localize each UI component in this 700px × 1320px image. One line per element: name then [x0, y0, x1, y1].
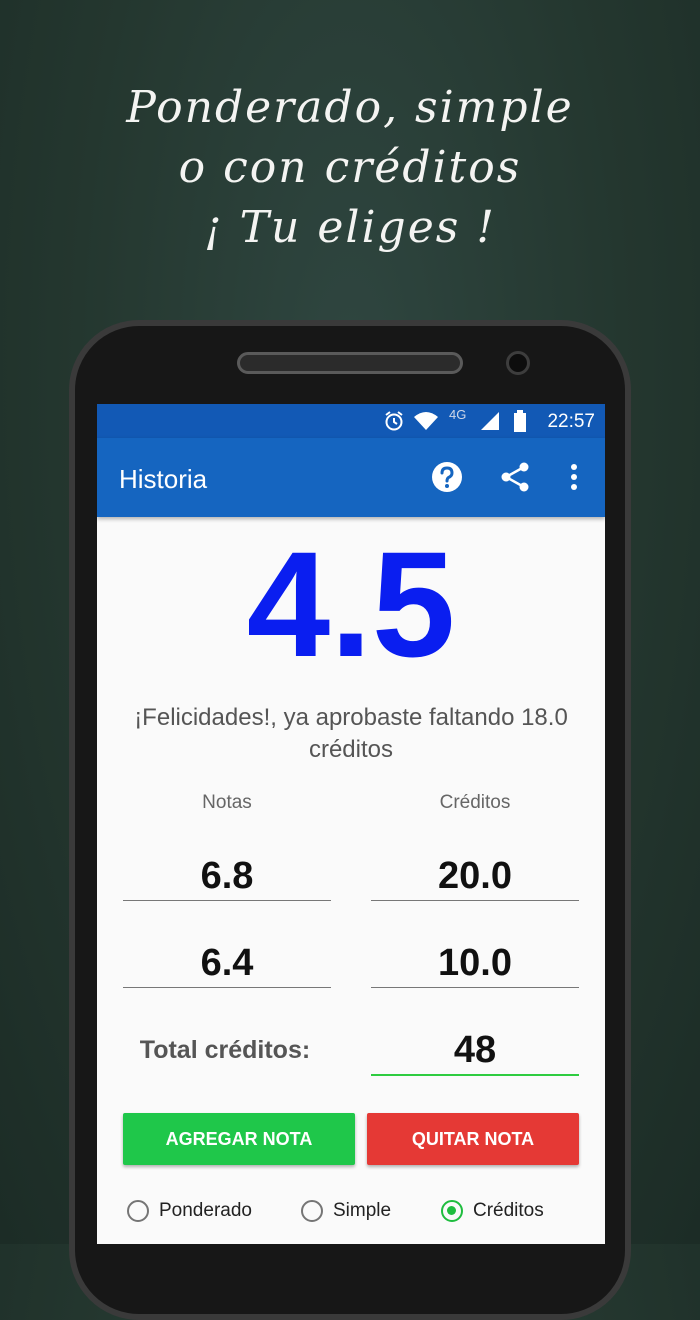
battery-icon — [514, 410, 526, 432]
alarm-icon — [385, 411, 403, 431]
status-bar: 4G 22:57 — [97, 404, 605, 438]
average-grade: 4.5 — [246, 520, 456, 688]
phone-speaker — [237, 352, 463, 374]
headline-line-1: Ponderado, simple — [126, 82, 574, 133]
credits-input[interactable]: 10.0 — [371, 939, 579, 988]
grades-column-header: Notas — [202, 792, 252, 813]
network-type-label: 4G — [449, 407, 467, 422]
headline-line-3: ¡ Tu eliges ! — [204, 202, 496, 253]
add-grade-button[interactable]: AGREGAR NOTA — [123, 1113, 355, 1165]
promo-headline: Ponderado, simple o con créditos ¡ Tu el… — [0, 78, 700, 258]
radio-creditos[interactable]: Créditos — [441, 1196, 544, 1226]
help-icon[interactable] — [430, 460, 464, 494]
radio-button[interactable] — [127, 1200, 149, 1222]
radio-ponderado[interactable]: Ponderado — [127, 1196, 252, 1226]
phone-camera — [506, 351, 530, 375]
app-screen: 4G 22:57 Historia 4.5 ¡Felicidades!, ya … — [97, 404, 605, 1244]
grade-input[interactable]: 6.4 — [123, 939, 331, 988]
overflow-menu-icon[interactable] — [557, 460, 591, 494]
radio-label: Ponderado — [159, 1200, 252, 1221]
total-credits-label: Total créditos: — [139, 1036, 311, 1064]
credits-column-header: Créditos — [439, 792, 511, 813]
radio-label: Simple — [333, 1200, 392, 1221]
result-message: ¡Felicidades!, ya aprobaste faltando 18.… — [134, 704, 568, 763]
app-bar: Historia — [97, 438, 605, 517]
total-credits-input[interactable]: 48 — [371, 1026, 579, 1076]
remove-grade-button[interactable]: QUITAR NOTA — [367, 1113, 579, 1165]
app-title: Historia — [119, 464, 208, 494]
radio-simple[interactable]: Simple — [301, 1196, 391, 1226]
credits-input[interactable]: 20.0 — [371, 852, 579, 901]
signal-icon — [481, 412, 499, 430]
wifi-icon — [414, 412, 438, 430]
radio-button-selected[interactable] — [441, 1200, 463, 1222]
mode-radio-group: Ponderado Simple Créditos — [97, 1196, 605, 1226]
share-icon[interactable] — [498, 460, 532, 494]
radio-button[interactable] — [301, 1200, 323, 1222]
status-time: 22:57 — [547, 411, 595, 432]
grade-input[interactable]: 6.8 — [123, 852, 331, 901]
radio-label: Créditos — [473, 1200, 544, 1221]
headline-line-2: o con créditos — [178, 142, 522, 193]
